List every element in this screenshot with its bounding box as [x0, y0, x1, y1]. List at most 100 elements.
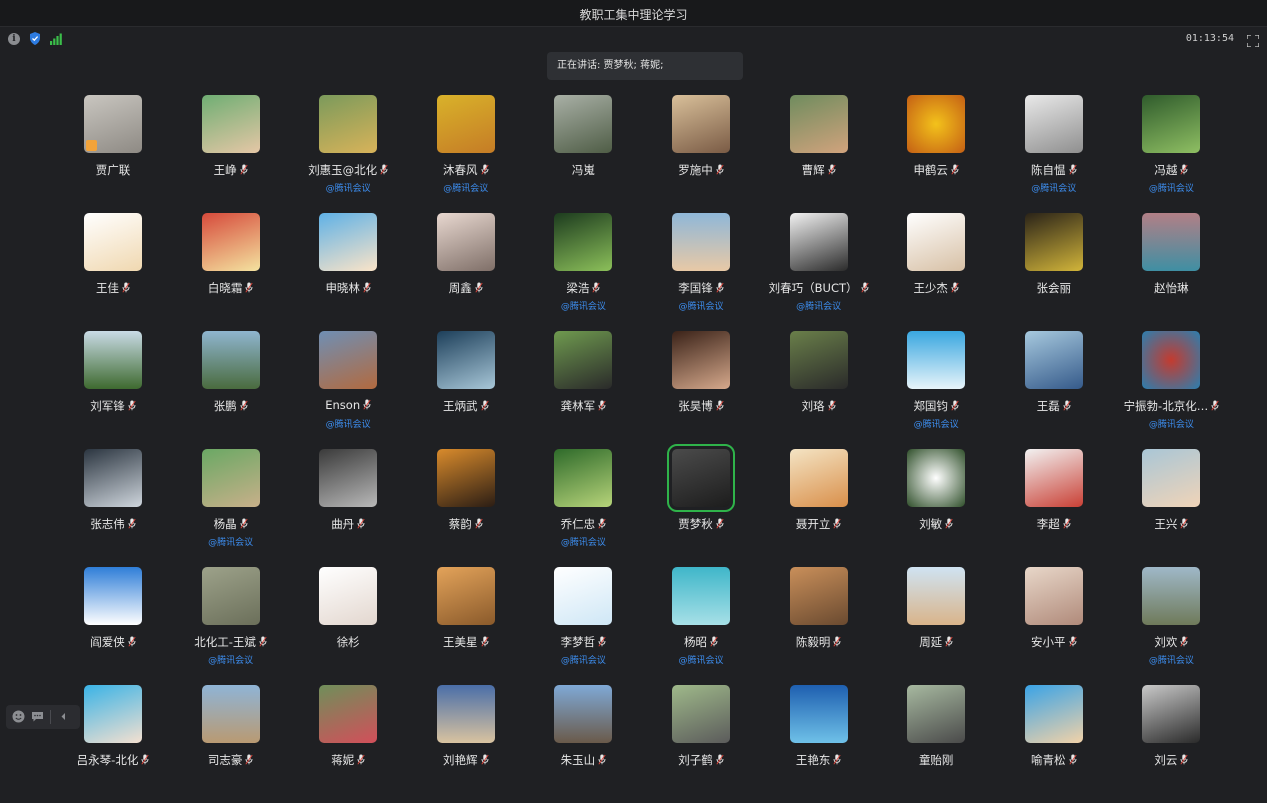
chat-icon[interactable] [31, 708, 44, 727]
avatar[interactable] [1142, 449, 1201, 507]
avatar[interactable] [789, 331, 848, 389]
avatar[interactable] [201, 449, 260, 507]
signal-icon[interactable] [50, 33, 62, 45]
avatar[interactable] [1024, 449, 1083, 507]
avatar[interactable] [84, 449, 142, 507]
participant-tile[interactable]: 王磊 [995, 331, 1113, 449]
participant-tile[interactable]: 李梦哲 @腾讯会议 [524, 567, 642, 685]
participant-tile[interactable]: 申鹤云 [877, 95, 995, 213]
participant-tile[interactable]: 刘子鹤 [642, 685, 760, 803]
avatar[interactable] [436, 213, 495, 271]
participant-tile[interactable]: 曹辉 [760, 95, 878, 213]
participant-tile[interactable]: 乔仁忠 @腾讯会议 [524, 449, 642, 567]
emoji-icon[interactable] [12, 708, 25, 727]
avatar[interactable] [436, 567, 495, 625]
participant-tile[interactable]: 申晓林 [289, 213, 407, 331]
avatar[interactable] [436, 685, 495, 743]
participant-tile[interactable]: 司志豪 [172, 685, 290, 803]
participant-tile[interactable]: 阎爱侠 [54, 567, 172, 685]
avatar[interactable] [1142, 213, 1201, 271]
participant-tile[interactable]: 王艳东 [760, 685, 878, 803]
avatar[interactable] [554, 567, 613, 625]
avatar[interactable] [1142, 95, 1201, 153]
participant-tile[interactable]: 徐杉 [289, 567, 407, 685]
participant-tile[interactable]: 白晓霜 [172, 213, 290, 331]
participant-tile[interactable]: 刘艳辉 [407, 685, 525, 803]
participant-tile[interactable]: 王兴 [1112, 449, 1230, 567]
participant-tile[interactable]: 张会丽 [995, 213, 1113, 331]
avatar[interactable] [554, 213, 613, 271]
avatar[interactable] [319, 685, 378, 743]
avatar[interactable] [319, 95, 378, 153]
avatar[interactable] [436, 449, 495, 507]
avatar[interactable] [319, 213, 378, 271]
participant-tile[interactable]: Enson @腾讯会议 [289, 331, 407, 449]
avatar[interactable] [1024, 685, 1083, 743]
participant-tile[interactable]: 宁振勃-北京化… @腾讯会议 [1112, 331, 1230, 449]
participant-tile[interactable]: 曲丹 [289, 449, 407, 567]
participant-tile[interactable]: 刘春巧（BUCT） @腾讯会议 [760, 213, 878, 331]
avatar[interactable] [201, 685, 260, 743]
avatar[interactable] [907, 449, 966, 507]
participant-tile[interactable]: 刘欢 @腾讯会议 [1112, 567, 1230, 685]
participant-tile[interactable]: 刘敏 [877, 449, 995, 567]
participant-tile[interactable]: 王峥 [172, 95, 290, 213]
participant-tile[interactable]: 张鹏 [172, 331, 290, 449]
avatar[interactable] [672, 567, 730, 625]
avatar[interactable] [672, 213, 730, 271]
avatar[interactable] [907, 331, 966, 389]
participant-tile[interactable]: 刘军锋 [54, 331, 172, 449]
avatar[interactable] [84, 95, 142, 153]
participant-tile[interactable]: 童贻刚 [877, 685, 995, 803]
participant-tile[interactable]: 朱玉山 [524, 685, 642, 803]
participant-tile[interactable]: 王美星 [407, 567, 525, 685]
participant-tile[interactable]: 张志伟 [54, 449, 172, 567]
avatar[interactable] [84, 685, 142, 743]
participant-tile[interactable]: 刘云 [1112, 685, 1230, 803]
participant-tile[interactable]: 杨昭 @腾讯会议 [642, 567, 760, 685]
participant-tile[interactable]: 吕永琴-北化 [54, 685, 172, 803]
participant-tile[interactable]: 李国锋 @腾讯会议 [642, 213, 760, 331]
participant-tile[interactable]: 王少杰 [877, 213, 995, 331]
participant-tile[interactable]: 龚林军 [524, 331, 642, 449]
avatar[interactable] [319, 331, 378, 389]
avatar[interactable] [907, 567, 966, 625]
participant-tile[interactable]: 蔡韵 [407, 449, 525, 567]
avatar[interactable] [1142, 567, 1201, 625]
shield-icon[interactable] [29, 32, 41, 45]
participant-tile[interactable]: 李超 [995, 449, 1113, 567]
collapse-icon[interactable] [57, 708, 70, 727]
participant-tile[interactable]: 郑国钧 @腾讯会议 [877, 331, 995, 449]
avatar[interactable] [201, 213, 260, 271]
avatar[interactable] [436, 331, 495, 389]
participant-tile[interactable]: 喻青松 [995, 685, 1113, 803]
avatar[interactable] [201, 331, 260, 389]
avatar[interactable] [554, 449, 613, 507]
participant-tile[interactable]: 贾广联 [54, 95, 172, 213]
avatar[interactable] [1142, 331, 1201, 389]
avatar[interactable] [201, 95, 260, 153]
participant-tile[interactable]: 冯越 @腾讯会议 [1112, 95, 1230, 213]
avatar[interactable] [84, 331, 142, 389]
participant-tile[interactable]: 罗施中 [642, 95, 760, 213]
participant-tile[interactable]: 安小平 [995, 567, 1113, 685]
participant-tile[interactable]: 陈毅明 [760, 567, 878, 685]
participant-tile[interactable]: 王佳 [54, 213, 172, 331]
avatar[interactable] [789, 213, 848, 271]
avatar[interactable] [672, 331, 730, 389]
fullscreen-icon[interactable] [1246, 32, 1260, 48]
participant-tile[interactable]: 张昊博 [642, 331, 760, 449]
participant-tile[interactable]: 冯嵬 [524, 95, 642, 213]
avatar[interactable] [907, 685, 966, 743]
participant-tile[interactable]: 北化工-王斌 @腾讯会议 [172, 567, 290, 685]
avatar[interactable] [554, 95, 613, 153]
participant-tile[interactable]: 蒋妮 [289, 685, 407, 803]
participant-tile[interactable]: 聂开立 [760, 449, 878, 567]
avatar[interactable] [789, 685, 848, 743]
avatar[interactable] [907, 95, 966, 153]
avatar[interactable] [789, 449, 848, 507]
participant-tile[interactable]: 刘惠玉@北化 @腾讯会议 [289, 95, 407, 213]
avatar[interactable] [1024, 567, 1083, 625]
avatar[interactable] [789, 95, 848, 153]
avatar[interactable] [319, 449, 378, 507]
